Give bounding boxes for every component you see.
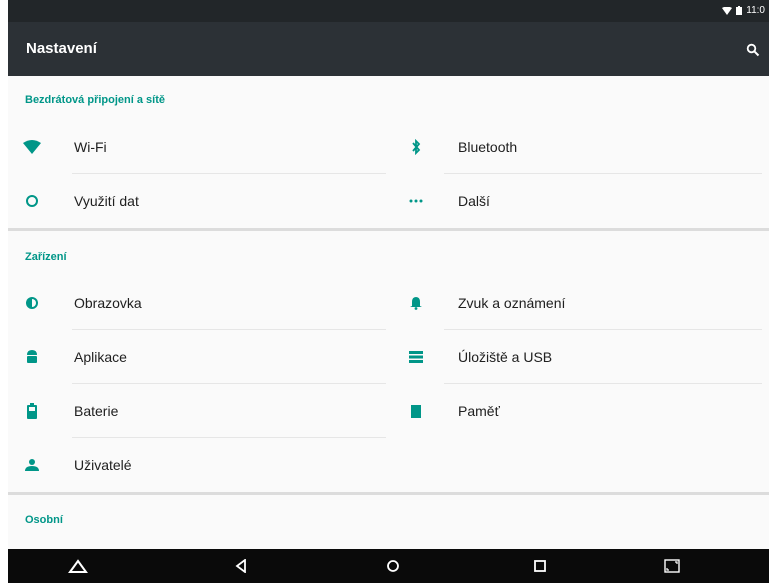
- nav-back-button[interactable]: [223, 553, 259, 579]
- setting-label-memory: Paměť: [458, 403, 500, 419]
- search-button[interactable]: [743, 40, 763, 60]
- search-icon: [746, 43, 760, 57]
- setting-item-memory[interactable]: Paměť: [392, 388, 769, 434]
- section-divider: [8, 228, 769, 231]
- setting-label-apps: Aplikace: [74, 349, 127, 365]
- settings-screen: 11:0 Nastavení Bezdrátová připojení a sí…: [8, 0, 769, 583]
- data-usage-icon: [22, 191, 42, 211]
- home-circle-icon: [387, 560, 399, 572]
- setting-label-wifi: Wi-Fi: [74, 139, 107, 155]
- person-icon: [22, 455, 42, 475]
- setting-label-more: Další: [458, 193, 490, 209]
- row-divider: [444, 173, 762, 174]
- nav-screen-mode-button[interactable]: [654, 553, 690, 579]
- status-indicators: 11:0: [722, 5, 765, 16]
- bell-icon: [406, 293, 426, 313]
- storage-icon: [406, 347, 426, 367]
- more-icon: [406, 191, 426, 211]
- triangle-icon: [68, 559, 88, 573]
- row-divider: [72, 383, 386, 384]
- setting-item-sound[interactable]: Zvuk a oznámení: [392, 280, 769, 326]
- fullscreen-icon: [664, 559, 680, 573]
- status-bar: 11:0: [8, 0, 769, 22]
- nav-recents-button[interactable]: [522, 553, 558, 579]
- setting-label-battery: Baterie: [74, 403, 119, 419]
- row-divider: [72, 329, 386, 330]
- setting-item-display[interactable]: Obrazovka: [8, 280, 388, 326]
- wifi-icon: [22, 137, 42, 157]
- nav-home-triangle-button[interactable]: [60, 553, 96, 579]
- row-divider: [444, 383, 762, 384]
- setting-item-users[interactable]: Uživatelé: [8, 442, 388, 488]
- setting-label-users: Uživatelé: [74, 457, 132, 473]
- bluetooth-icon: [406, 137, 426, 157]
- setting-item-apps[interactable]: Aplikace: [8, 334, 388, 380]
- recents-square-icon: [534, 560, 546, 572]
- setting-item-more[interactable]: Další: [392, 178, 769, 224]
- setting-item-battery[interactable]: Baterie: [8, 388, 388, 434]
- section-title-personal: Osobní: [25, 514, 63, 526]
- nav-home-button[interactable]: [375, 553, 411, 579]
- setting-label-display: Obrazovka: [74, 295, 142, 311]
- android-icon: [22, 347, 42, 367]
- setting-item-data-usage[interactable]: Využití dat: [8, 178, 388, 224]
- setting-label-bluetooth: Bluetooth: [458, 139, 518, 155]
- battery-icon: [22, 401, 42, 421]
- setting-label-sound: Zvuk a oznámení: [458, 295, 566, 311]
- row-divider: [444, 329, 762, 330]
- setting-item-wifi[interactable]: Wi-Fi: [8, 124, 388, 170]
- section-title-wireless: Bezdrátová připojení a sítě: [25, 94, 165, 106]
- memory-icon: [406, 401, 426, 421]
- status-time: 11:0: [746, 5, 765, 16]
- row-divider: [72, 173, 386, 174]
- wifi-signal-icon: [722, 6, 733, 15]
- navigation-bar: [8, 549, 769, 583]
- section-divider: [8, 492, 769, 495]
- row-divider: [72, 437, 386, 438]
- setting-item-storage[interactable]: Úložiště a USB: [392, 334, 769, 380]
- brightness-icon: [22, 293, 42, 313]
- battery-status-icon: [736, 6, 743, 15]
- setting-item-bluetooth[interactable]: Bluetooth: [392, 124, 769, 170]
- section-title-device: Zařízení: [25, 251, 67, 263]
- app-bar: Nastavení: [8, 22, 769, 76]
- setting-label-storage: Úložiště a USB: [458, 349, 553, 365]
- back-icon: [235, 559, 246, 573]
- page-title: Nastavení: [26, 40, 97, 57]
- setting-label-data-usage: Využití dat: [74, 193, 139, 209]
